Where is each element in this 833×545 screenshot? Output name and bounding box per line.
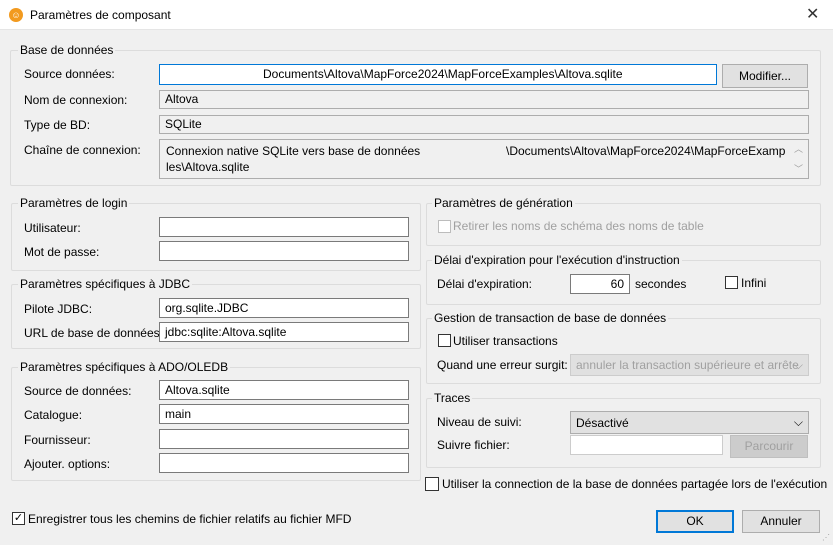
url-label: URL de base de données:: [24, 326, 163, 340]
file-label: Suivre fichier:: [437, 438, 510, 452]
conn-name-label: Nom de connexion:: [24, 93, 128, 107]
db-type-label: Type de BD:: [24, 118, 91, 132]
catalog-label: Catalogue:: [24, 408, 83, 422]
infinite-checkbox[interactable]: [725, 276, 738, 289]
resize-grip-icon[interactable]: ⋰: [822, 533, 830, 542]
database-legend: Base de données: [18, 43, 116, 57]
on-error-label: Quand une erreur surgit:: [437, 358, 568, 372]
conn-string-label: Chaîne de connexion:: [24, 143, 141, 157]
modify-button[interactable]: Modifier...: [722, 64, 808, 88]
user-label: Utilisateur:: [24, 221, 81, 235]
conn-string-line1b: \Documents\Altova\MapForce2024\MapForceE…: [506, 144, 786, 158]
ado-source-label: Source de données:: [24, 384, 132, 398]
ok-button[interactable]: OK: [656, 510, 734, 533]
password-input[interactable]: [159, 241, 409, 261]
source-input[interactable]: Documents\Altova\MapForce2024\MapForceEx…: [159, 64, 717, 85]
conn-string-field: Connexion native SQLite vers base de don…: [159, 139, 809, 179]
generation-legend: Paramètres de génération: [432, 196, 575, 210]
ado-legend: Paramètres spécifiques à ADO/OLEDB: [18, 360, 231, 374]
password-label: Mot de passe:: [24, 245, 100, 259]
relative-paths-label: Enregistrer tous les chemins de fichier …: [28, 512, 352, 526]
level-label: Niveau de suivi:: [437, 415, 522, 429]
db-type-field: SQLite: [159, 115, 809, 134]
provider-label: Fournisseur:: [24, 433, 91, 447]
login-legend: Paramètres de login: [18, 196, 130, 210]
user-input[interactable]: [159, 217, 409, 237]
on-error-value: annuler la transaction supérieure et arr…: [576, 358, 799, 372]
conn-string-line1a: Connexion native SQLite vers base de don…: [166, 144, 421, 158]
file-input[interactable]: [570, 435, 723, 455]
cancel-button[interactable]: Annuler: [742, 510, 820, 533]
chevron-down-icon: ⌵: [793, 415, 803, 429]
catalog-input[interactable]: main: [159, 404, 409, 424]
timeout-unit: secondes: [635, 277, 687, 291]
jdbc-legend: Paramètres spécifiques à JDBC: [18, 277, 193, 291]
traces-legend: Traces: [432, 391, 473, 405]
url-input[interactable]: jdbc:sqlite:Altova.sqlite: [159, 322, 409, 342]
provider-input[interactable]: [159, 429, 409, 449]
app-icon: ☺: [9, 8, 23, 22]
use-transactions-checkbox[interactable]: [438, 334, 451, 347]
chevron-down-icon: ⌵: [793, 358, 803, 372]
timeout-legend: Délai d'expiration pour l'exécution d'in…: [432, 253, 682, 267]
level-value: Désactivé: [576, 416, 629, 430]
level-select[interactable]: Désactivé ⌵: [570, 411, 809, 434]
source-label: Source données:: [24, 67, 115, 81]
relative-paths-checkbox[interactable]: ✓: [12, 512, 25, 525]
options-input[interactable]: [159, 453, 409, 473]
timeout-label: Délai d'expiration:: [437, 277, 533, 291]
browse-button[interactable]: Parcourir: [730, 435, 808, 458]
conn-name-field: Altova: [159, 90, 809, 109]
remove-schema-label: Retirer les noms de schéma des noms de t…: [453, 219, 704, 233]
options-label: Ajouter. options:: [24, 457, 111, 471]
on-error-select[interactable]: annuler la transaction supérieure et arr…: [570, 354, 809, 376]
timeout-input[interactable]: 60: [570, 274, 630, 294]
driver-input[interactable]: org.sqlite.JDBC: [159, 298, 409, 318]
shared-conn-label: Utiliser la connection de la base de don…: [442, 477, 828, 491]
ado-source-input[interactable]: Altova.sqlite: [159, 380, 409, 400]
conn-string-line2: les\Altova.sqlite: [166, 160, 250, 174]
transaction-legend: Gestion de transaction de base de donnée…: [432, 311, 669, 325]
window-title: Paramètres de composant: [30, 8, 171, 22]
scroll-up-icon[interactable]: ︿: [794, 142, 803, 155]
use-transactions-label: Utiliser transactions: [453, 334, 558, 348]
scroll-down-icon[interactable]: ﹀: [794, 162, 803, 175]
driver-label: Pilote JDBC:: [24, 302, 93, 316]
remove-schema-checkbox[interactable]: [438, 220, 451, 233]
infinite-label: Infini: [741, 276, 767, 290]
close-button[interactable]: ✕: [806, 4, 819, 24]
shared-conn-checkbox[interactable]: [425, 477, 439, 491]
